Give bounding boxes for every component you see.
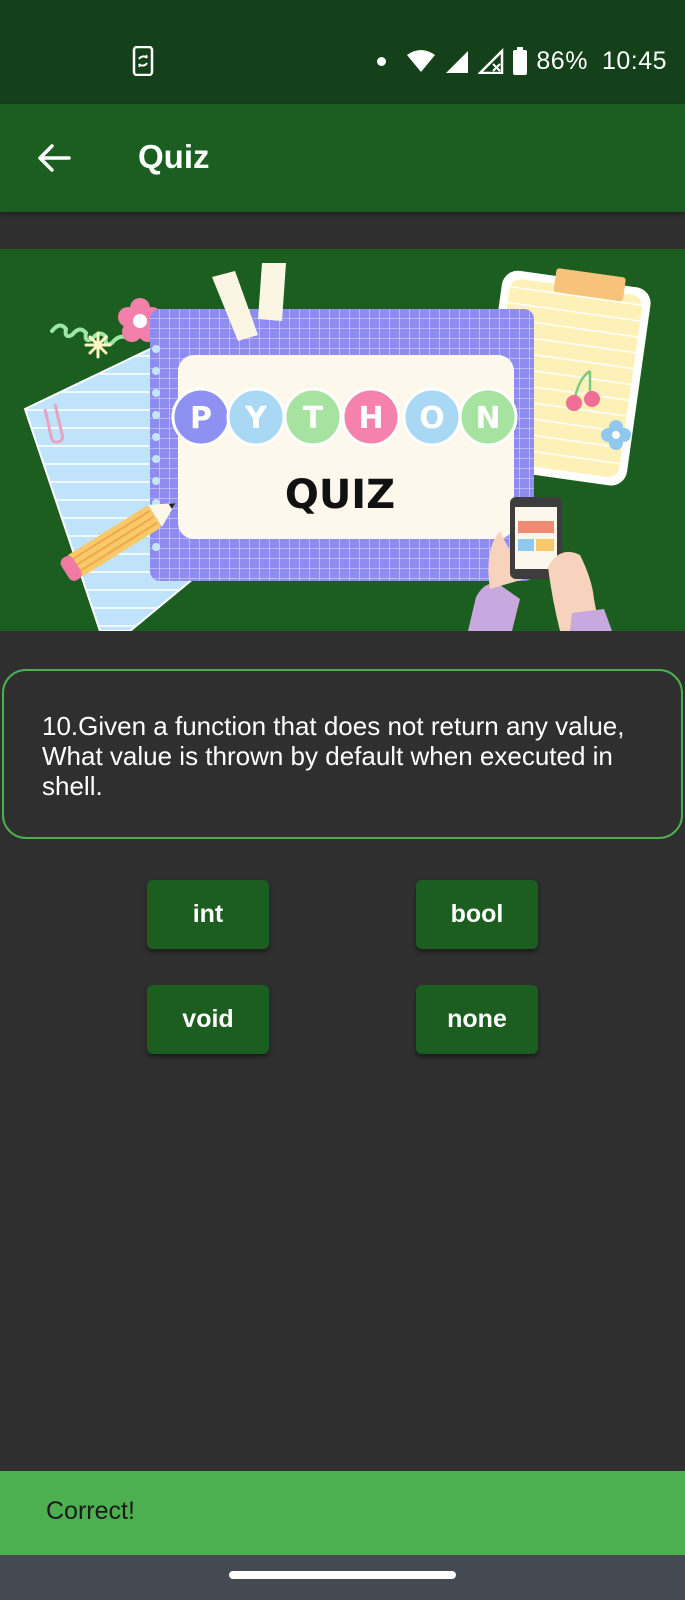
banner-illustration: P Y T H O N QUIZ bbox=[23, 263, 651, 631]
option-button-int[interactable]: int bbox=[147, 880, 269, 949]
signal-no-data-icon bbox=[478, 48, 504, 74]
back-button[interactable] bbox=[26, 132, 82, 184]
letter-h: H bbox=[358, 401, 383, 436]
option-button-void[interactable]: void bbox=[147, 985, 269, 1054]
notification-dot-icon bbox=[377, 56, 387, 66]
letter-o: O bbox=[419, 401, 445, 436]
clock: 10:45 bbox=[601, 46, 667, 75]
letter-y: Y bbox=[244, 401, 268, 436]
battery-icon bbox=[513, 47, 528, 75]
status-right: 86% 10:45 bbox=[377, 44, 667, 78]
status-bar: 86% 10:45 bbox=[0, 0, 685, 104]
page-title: Quiz bbox=[138, 138, 210, 175]
home-gesture-handle[interactable] bbox=[229, 1571, 456, 1579]
snackbar-message: Correct! bbox=[46, 1497, 135, 1525]
phone-rotate-icon bbox=[132, 46, 154, 76]
option-button-none[interactable]: none bbox=[416, 985, 538, 1054]
quiz-subtitle: QUIZ bbox=[285, 472, 395, 518]
wifi-icon bbox=[407, 50, 436, 72]
question-text: 10.Given a function that does not return… bbox=[42, 711, 625, 801]
letter-n: N bbox=[475, 401, 500, 436]
tape-icon-2 bbox=[258, 263, 286, 321]
letter-p: P bbox=[190, 401, 212, 436]
result-snackbar: Correct! bbox=[0, 1471, 685, 1555]
battery-percent: 86% bbox=[536, 46, 588, 75]
app-bar: Quiz bbox=[0, 104, 685, 212]
letter-t: T bbox=[303, 401, 324, 436]
back-arrow-icon bbox=[38, 144, 71, 172]
python-quiz-banner: P Y T H O N QUIZ bbox=[0, 249, 685, 631]
spring-doodle-icon bbox=[50, 323, 128, 347]
question-card: 10.Given a function that does not return… bbox=[2, 669, 683, 839]
signal-icon bbox=[446, 51, 469, 73]
option-button-bool[interactable]: bool bbox=[416, 880, 538, 949]
sparkle-icon bbox=[84, 331, 112, 359]
system-nav-bar bbox=[0, 1555, 685, 1600]
